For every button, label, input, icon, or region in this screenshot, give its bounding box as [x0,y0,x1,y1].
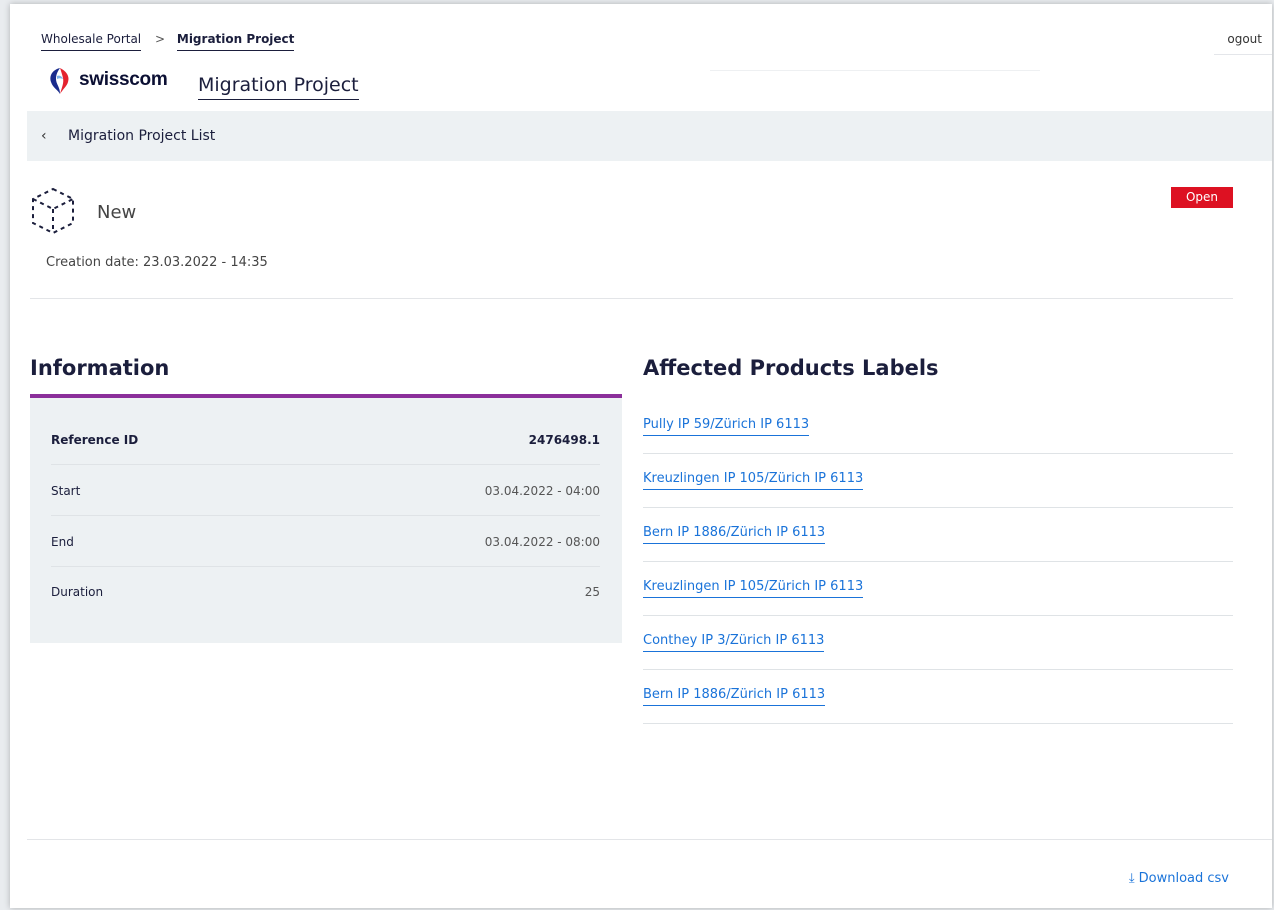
download-csv-button[interactable]: ⤓ Download csv [1129,871,1229,886]
chevron-left-icon[interactable]: ‹ [41,128,47,144]
information-heading: Information [30,356,170,380]
affected-products-heading: Affected Products Labels [643,356,939,380]
product-label-link[interactable]: Pully IP 59/Zürich IP 6113 [643,417,810,436]
creation-date: Creation date: 23.03.2022 - 14:35 [46,255,268,270]
info-key: Duration [51,585,104,599]
product-label-link[interactable]: Kreuzlingen IP 105/Zürich IP 6113 [643,471,864,490]
breadcrumb-migration-project[interactable]: Migration Project [176,32,295,51]
list-item: Bern IP 1886/Zürich IP 6113 [643,670,1233,724]
download-icon: ⤓ [1128,871,1135,886]
product-label-link[interactable]: Conthey IP 3/Zürich IP 6113 [643,633,825,652]
logout-area: ogout [1214,24,1272,55]
page-title: Migration Project [198,74,359,100]
cube-icon [32,187,74,235]
status-badge: Open [1171,187,1233,208]
info-row-end: End 03.04.2022 - 08:00 [51,516,600,567]
list-item: Pully IP 59/Zürich IP 6113 [643,400,1233,454]
brand-name: swisscom [79,69,168,90]
footer-divider [27,839,1272,840]
list-item: Kreuzlingen IP 105/Zürich IP 6113 [643,454,1233,508]
info-value: 03.04.2022 - 04:00 [484,484,600,498]
list-item: Kreuzlingen IP 105/Zürich IP 6113 [643,562,1233,616]
affected-products-list: Pully IP 59/Zürich IP 6113 Kreuzlingen I… [643,400,1233,724]
breadcrumb: Wholesale Portal > Migration Project [41,32,295,51]
list-item: Conthey IP 3/Zürich IP 6113 [643,616,1233,670]
section-divider [30,298,1233,299]
info-value: 03.04.2022 - 08:00 [484,535,600,549]
product-label-link[interactable]: Kreuzlingen IP 105/Zürich IP 6113 [643,579,864,598]
product-label-link[interactable]: Bern IP 1886/Zürich IP 6113 [643,525,826,544]
info-key: Start [51,484,81,498]
info-row-start: Start 03.04.2022 - 04:00 [51,465,600,516]
header-divider [710,70,1040,71]
info-value: 25 [584,585,600,599]
back-link-migration-project-list[interactable]: Migration Project List [68,128,215,144]
back-navigation-bar[interactable]: ‹ Migration Project List [27,111,1272,161]
swisscom-logo-icon [50,68,69,94]
information-card: Reference ID 2476498.1 Start 03.04.2022 … [30,394,622,643]
info-row-duration: Duration 25 [51,566,600,616]
breadcrumb-wholesale-portal[interactable]: Wholesale Portal [41,32,142,51]
product-label-link[interactable]: Bern IP 1886/Zürich IP 6113 [643,687,826,706]
project-name: New [97,202,137,223]
info-key: Reference ID [51,433,139,447]
download-label: Download csv [1138,871,1229,886]
breadcrumb-separator: > [154,32,166,46]
info-row-reference-id: Reference ID 2476498.1 [51,414,600,465]
info-value: 2476498.1 [528,433,600,447]
info-key: End [51,535,74,549]
page-frame: Wholesale Portal > Migration Project ogo… [10,4,1272,908]
list-item: Bern IP 1886/Zürich IP 6113 [643,508,1233,562]
logout-link[interactable]: ogout [1227,32,1262,46]
